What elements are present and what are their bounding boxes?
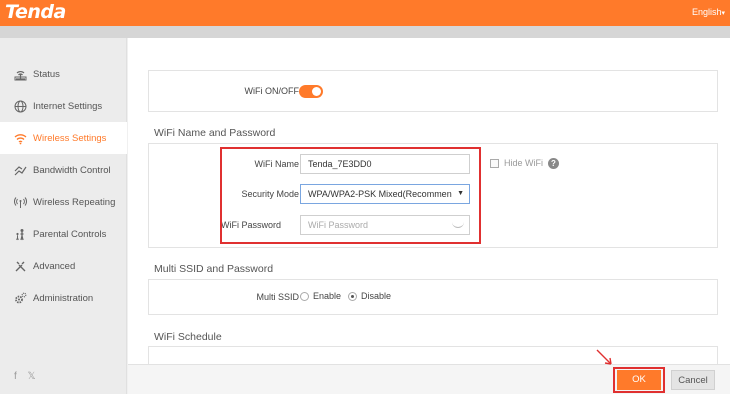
parental-icon bbox=[13, 227, 27, 241]
tools-icon bbox=[13, 259, 27, 273]
sidebar-item-label: Administration bbox=[33, 292, 94, 304]
name-password-card: WiFi Name Tenda_7E3DD0 Hide WiFi ? Secur… bbox=[148, 143, 718, 248]
sidebar-item-status[interactable]: Status bbox=[0, 58, 127, 90]
multi-ssid-label: Multi SSID bbox=[256, 292, 299, 302]
disable-label: Disable bbox=[361, 291, 392, 301]
tenda-logo: Tenda bbox=[5, 1, 66, 23]
multi-ssid-card: Multi SSID Enable Disable bbox=[148, 279, 718, 315]
wifi-schedule-card bbox=[148, 346, 718, 364]
ok-button[interactable]: OK bbox=[617, 370, 661, 390]
sidebar-item-wireless-settings[interactable]: Wireless Settings bbox=[0, 122, 127, 154]
sidebar-item-label: Parental Controls bbox=[33, 228, 107, 240]
toggle-knob bbox=[312, 87, 321, 96]
hide-wifi-checkbox[interactable] bbox=[490, 159, 499, 168]
sidebar-item-label: Advanced bbox=[33, 260, 76, 272]
enable-label: Enable bbox=[313, 291, 342, 301]
section-title-multi-ssid: Multi SSID and Password bbox=[154, 263, 274, 275]
wifi-toggle-card: WiFi ON/OFF bbox=[148, 70, 718, 112]
bandwidth-icon bbox=[13, 163, 27, 177]
chevron-down-icon: ▾ bbox=[721, 10, 725, 17]
sidebar-item-label: Wireless Settings bbox=[33, 132, 107, 144]
sidebar-item-wireless-repeating[interactable]: Wireless Repeating bbox=[0, 186, 127, 218]
main-panel: WiFi ON/OFF WiFi Name and Password WiFi … bbox=[128, 38, 730, 364]
sidebar-item-advanced[interactable]: Advanced bbox=[0, 250, 127, 282]
red-arrow-icon bbox=[596, 349, 612, 365]
sidebar-item-label: Status bbox=[33, 68, 60, 80]
sub-header-bar bbox=[0, 26, 730, 38]
section-title-wifi-schedule: WiFi Schedule bbox=[154, 331, 222, 343]
sidebar-item-bandwidth-control[interactable]: Bandwidth Control bbox=[0, 154, 127, 186]
sidebar-item-internet-settings[interactable]: Internet Settings bbox=[0, 90, 127, 122]
multi-ssid-enable-radio[interactable] bbox=[300, 292, 309, 301]
highlight-box bbox=[220, 147, 481, 244]
section-title-name-password: WiFi Name and Password bbox=[154, 127, 276, 139]
multi-ssid-disable-radio[interactable] bbox=[348, 292, 357, 301]
language-label: English bbox=[691, 7, 722, 17]
router-icon bbox=[13, 67, 27, 81]
language-selector[interactable]: English▾ bbox=[692, 7, 725, 17]
sidebar-item-label: Bandwidth Control bbox=[33, 164, 111, 176]
sidebar-item-parental-controls[interactable]: Parental Controls bbox=[0, 218, 127, 250]
globe-icon bbox=[13, 99, 27, 113]
wifi-toggle-switch[interactable] bbox=[299, 85, 323, 98]
top-bar: Tenda English▾ bbox=[0, 0, 730, 26]
sidebar-item-label: Wireless Repeating bbox=[33, 196, 116, 208]
gears-icon bbox=[13, 291, 27, 305]
footer-bar: OK Cancel bbox=[128, 349, 730, 394]
wifi-toggle-label: WiFi ON/OFF bbox=[244, 86, 300, 96]
sidebar-item-administration[interactable]: Administration bbox=[0, 282, 127, 314]
sidebar-item-label: Internet Settings bbox=[33, 100, 103, 112]
social-links[interactable]: f 𝕏 bbox=[14, 371, 40, 382]
help-icon[interactable]: ? bbox=[548, 158, 559, 169]
sidebar: Status Internet Settings Wireless Settin… bbox=[0, 38, 127, 394]
repeater-icon bbox=[13, 195, 27, 209]
hide-wifi-label: Hide WiFi bbox=[504, 158, 544, 168]
wifi-icon bbox=[13, 131, 27, 145]
cancel-button[interactable]: Cancel bbox=[671, 370, 715, 390]
